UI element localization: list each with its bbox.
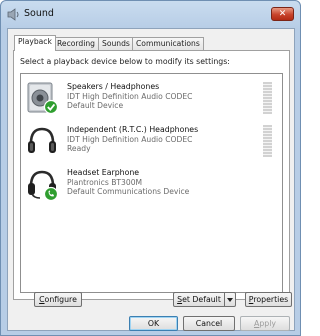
set-default-dropdown-button[interactable] [225, 292, 236, 307]
tab-recording[interactable]: Recording [53, 37, 99, 50]
list-item[interactable]: Headset Earphone Plantronics BT300M Defa… [21, 165, 282, 203]
window-title: Sound [24, 8, 54, 19]
device-name: Speakers / Headphones [67, 82, 160, 91]
list-item[interactable]: Speakers / Headphones IDT High Definitio… [21, 79, 282, 117]
device-info: Speakers / Headphones IDT High Definitio… [67, 82, 192, 111]
device-info: Independent (R.T.C.) Headphones IDT High… [67, 125, 198, 154]
properties-label: roperties [253, 295, 289, 304]
phone-badge-icon [43, 186, 59, 201]
apply-label: pply [259, 319, 277, 328]
volume-level-meter [263, 82, 272, 114]
speaker-icon [7, 8, 19, 21]
cancel-button[interactable]: Cancel [183, 316, 235, 331]
set-default-label: et Default [182, 295, 221, 304]
tab-playback[interactable]: Playback [14, 35, 56, 51]
properties-button[interactable]: Properties [245, 292, 292, 307]
device-driver: IDT High Definition Audio CODEC [67, 134, 193, 144]
configure-label: onfigure [44, 295, 77, 304]
device-status: Default Communications Device [67, 187, 190, 196]
device-status: Default Device [67, 101, 124, 110]
device-status: Ready [67, 144, 91, 153]
list-item[interactable]: Independent (R.T.C.) Headphones IDT High… [21, 122, 282, 160]
close-button[interactable]: ✕ [271, 7, 294, 21]
device-name: Headset Earphone [67, 168, 140, 177]
configure-button[interactable]: Configure [34, 292, 82, 307]
tab-communications[interactable]: Communications [132, 37, 204, 50]
dialog-client-area: Playback Recording Sounds Communications… [7, 28, 295, 331]
set-default-button[interactable]: Set Default [173, 292, 225, 307]
device-info: Headset Earphone Plantronics BT300M Defa… [67, 168, 189, 197]
check-badge-icon [43, 99, 59, 115]
sound-dialog-window: Sound ✕ Playback Recording Sounds Commun… [0, 0, 301, 336]
device-list[interactable]: Speakers / Headphones IDT High Definitio… [20, 73, 283, 293]
device-driver: Plantronics BT300M [67, 177, 143, 187]
device-driver: IDT High Definition Audio CODEC [67, 91, 193, 101]
apply-button[interactable]: Apply [240, 316, 290, 331]
volume-level-meter [263, 125, 272, 157]
headset-icon [28, 170, 59, 201]
instruction-text: Select a playback device below to modify… [20, 57, 230, 66]
title-bar: Sound ✕ [1, 1, 300, 27]
speaker-icon [27, 82, 59, 115]
playback-tab-panel: Select a playback device below to modify… [13, 50, 290, 300]
device-name: Independent (R.T.C.) Headphones [67, 125, 199, 134]
ok-button[interactable]: OK [129, 316, 178, 331]
headphones-icon [28, 127, 56, 153]
tab-sounds[interactable]: Sounds [98, 37, 134, 50]
